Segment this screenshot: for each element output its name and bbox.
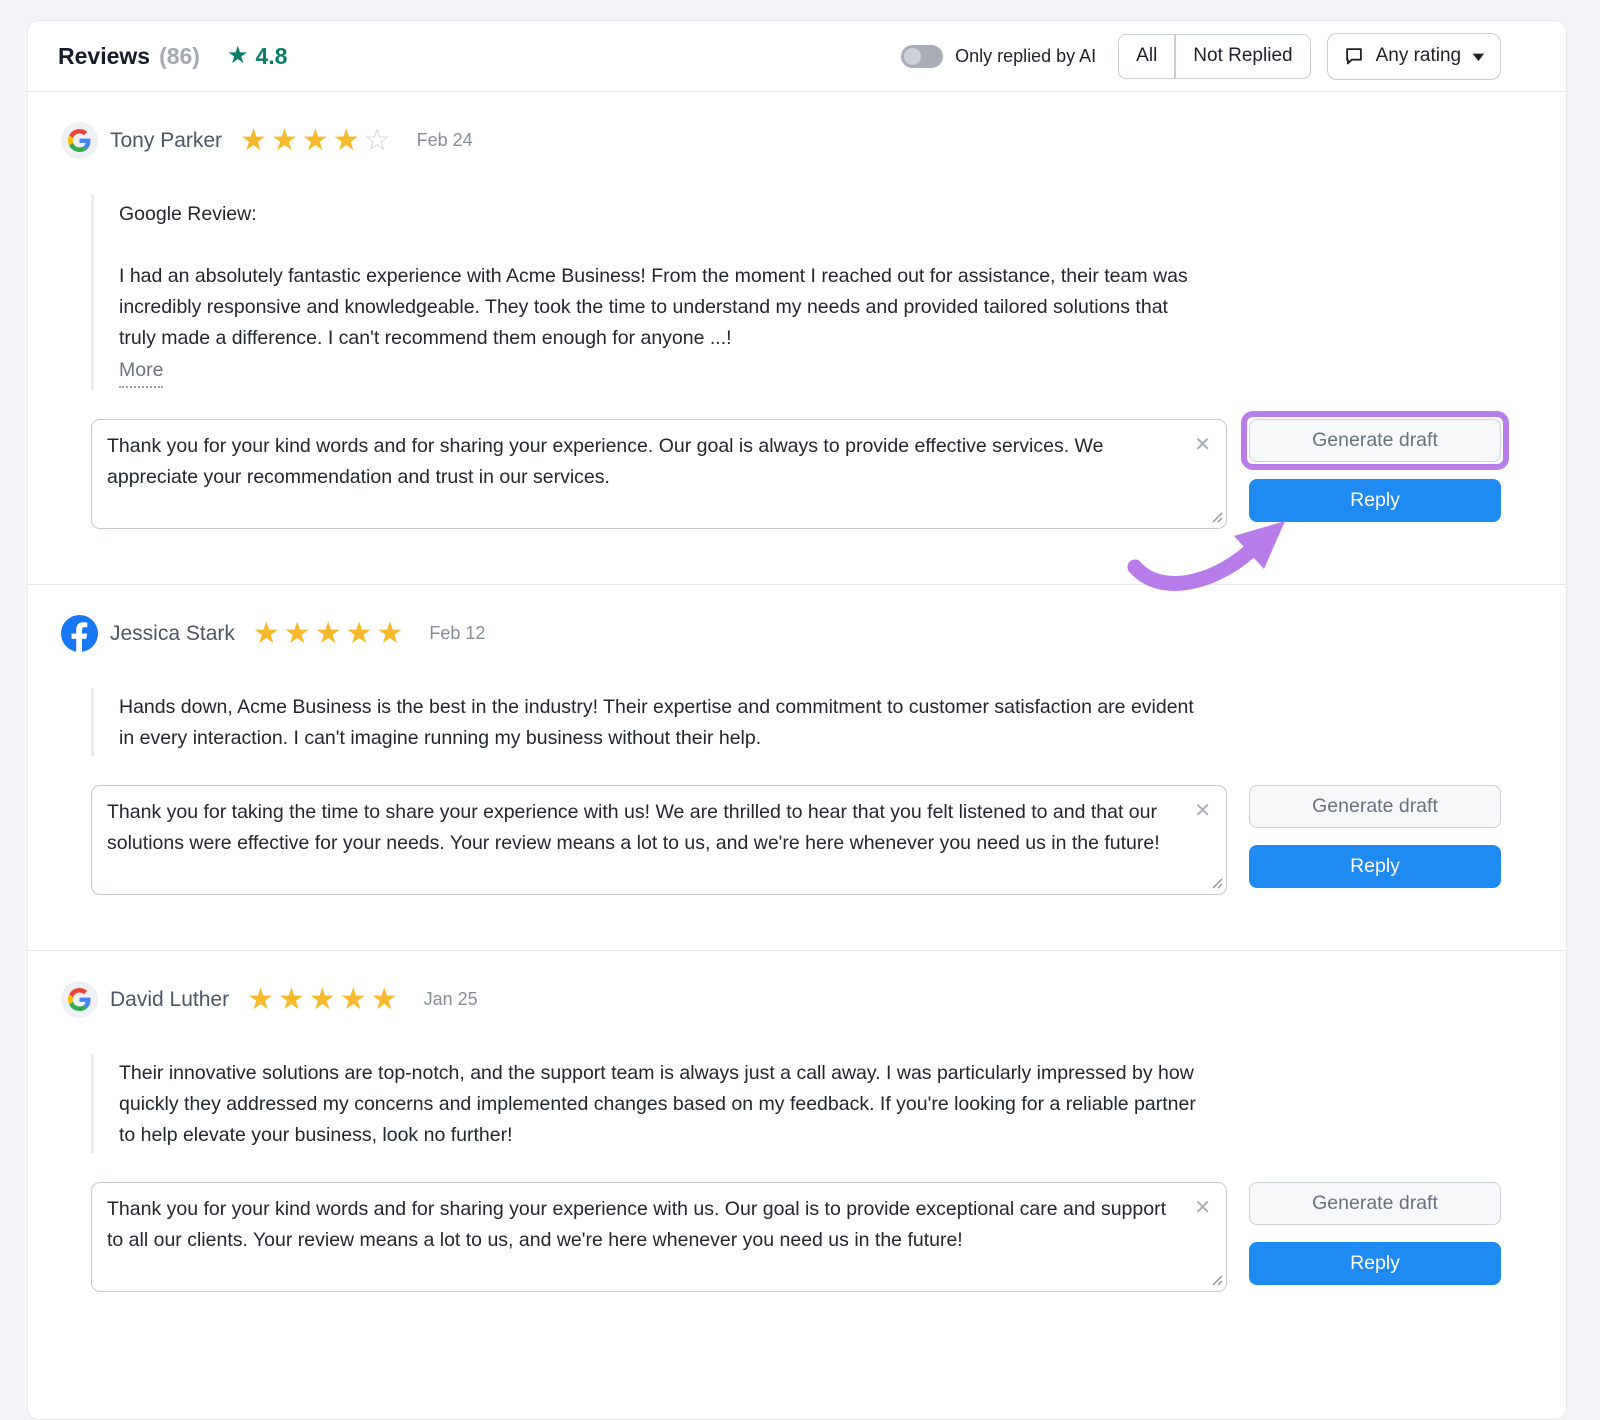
star-rating: ★★★★★ (247, 985, 402, 1015)
highlight-box: Generate draft (1249, 419, 1501, 462)
review-text: I had an absolutely fantastic experience… (119, 261, 1206, 354)
only-replied-by-ai-toggle[interactable] (901, 45, 943, 68)
review-source-label: Google Review: (119, 199, 1206, 230)
review-card: Tony Parker ★★★★☆ Feb 24 Google Review: … (28, 91, 1566, 584)
review-list: Tony Parker ★★★★☆ Feb 24 Google Review: … (28, 91, 1566, 1347)
review-date: Feb 24 (417, 130, 473, 151)
star-icon: ★ (227, 44, 249, 68)
star-icon: ☆ (364, 124, 395, 157)
toggle-label: Only replied by AI (955, 46, 1096, 67)
google-icon (61, 122, 98, 159)
chevron-down-icon: ▼ (1469, 49, 1488, 64)
reviewer-name: Tony Parker (110, 129, 222, 153)
reviewer-name: Jessica Stark (110, 622, 235, 646)
reply-draft-textarea[interactable]: Thank you for taking the time to share y… (91, 785, 1227, 895)
review-text: Hands down, Acme Business is the best in… (119, 692, 1206, 754)
review-body: Their innovative solutions are top-notch… (91, 1054, 1206, 1153)
reply-draft-textarea[interactable]: Thank you for your kind words and for sh… (91, 419, 1227, 529)
reply-row: Thank you for taking the time to share y… (91, 785, 1501, 895)
reply-actions: Generate draft Reply (1249, 419, 1501, 529)
star-icon: ★ (253, 617, 284, 650)
star-icon: ★ (340, 983, 371, 1016)
reviews-header: Reviews (86) ★ 4.8 Only replied by AI Al… (28, 21, 1566, 91)
review-card: Jessica Stark ★★★★★ Feb 12 Hands down, A… (28, 584, 1566, 950)
close-icon[interactable]: ✕ (1194, 1198, 1211, 1218)
star-icon: ★ (271, 124, 302, 157)
tab-not-replied[interactable]: Not Replied (1175, 34, 1310, 79)
star-icon: ★ (302, 124, 333, 157)
star-icon: ★ (315, 617, 346, 650)
reviewer-name: David Luther (110, 988, 229, 1012)
reply-filter-tabs: All Not Replied (1118, 34, 1310, 79)
reply-button[interactable]: Reply (1249, 479, 1501, 522)
tab-all[interactable]: All (1118, 34, 1175, 79)
reply-button[interactable]: Reply (1249, 845, 1501, 888)
highlight-box: Generate draft (1249, 1182, 1501, 1225)
review-header: Jessica Stark ★★★★★ Feb 12 (61, 615, 1501, 652)
generate-draft-button[interactable]: Generate draft (1249, 1182, 1501, 1225)
star-icon: ★ (240, 124, 271, 157)
reply-actions: Generate draft Reply (1249, 785, 1501, 895)
star-icon: ★ (284, 617, 315, 650)
star-icon: ★ (278, 983, 309, 1016)
google-icon (61, 981, 98, 1018)
reply-row: Thank you for your kind words and for sh… (91, 1182, 1501, 1292)
review-date: Jan 25 (424, 989, 478, 1010)
reply-actions: Generate draft Reply (1249, 1182, 1501, 1292)
review-body: Hands down, Acme Business is the best in… (91, 688, 1206, 756)
rating-score: 4.8 (255, 43, 287, 70)
review-card: David Luther ★★★★★ Jan 25 Their innovati… (28, 950, 1566, 1347)
reply-row: Thank you for your kind words and for sh… (91, 419, 1501, 529)
generate-draft-button[interactable]: Generate draft (1249, 419, 1501, 462)
overall-rating: ★ 4.8 (227, 43, 288, 70)
speech-bubble-icon (1343, 45, 1365, 67)
toggle-knob (904, 48, 921, 65)
generate-draft-button[interactable]: Generate draft (1249, 785, 1501, 828)
close-icon[interactable]: ✕ (1194, 435, 1211, 455)
review-header: Tony Parker ★★★★☆ Feb 24 (61, 122, 1501, 159)
facebook-icon (61, 615, 98, 652)
star-icon: ★ (371, 983, 402, 1016)
star-icon: ★ (247, 983, 278, 1016)
close-icon[interactable]: ✕ (1194, 801, 1211, 821)
review-text: Their innovative solutions are top-notch… (119, 1058, 1206, 1151)
highlight-box: Generate draft (1249, 785, 1501, 828)
review-date: Feb 12 (429, 623, 485, 644)
review-header: David Luther ★★★★★ Jan 25 (61, 981, 1501, 1018)
star-icon: ★ (309, 983, 340, 1016)
more-link[interactable]: More (119, 355, 163, 388)
reviews-count: (86) (159, 43, 200, 70)
rating-filter-dropdown[interactable]: Any rating ▼ (1327, 33, 1501, 80)
reply-button[interactable]: Reply (1249, 1242, 1501, 1285)
reviews-panel: Reviews (86) ★ 4.8 Only replied by AI Al… (27, 20, 1567, 1420)
star-rating: ★★★★★ (253, 619, 408, 649)
star-icon: ★ (377, 617, 408, 650)
review-body: Google Review: I had an absolutely fanta… (91, 195, 1206, 390)
page-title: Reviews (58, 43, 150, 70)
reply-draft-textarea[interactable]: Thank you for your kind words and for sh… (91, 1182, 1227, 1292)
star-icon: ★ (333, 124, 364, 157)
star-rating: ★★★★☆ (240, 126, 395, 156)
star-icon: ★ (346, 617, 377, 650)
rating-filter-label: Any rating (1376, 45, 1462, 67)
